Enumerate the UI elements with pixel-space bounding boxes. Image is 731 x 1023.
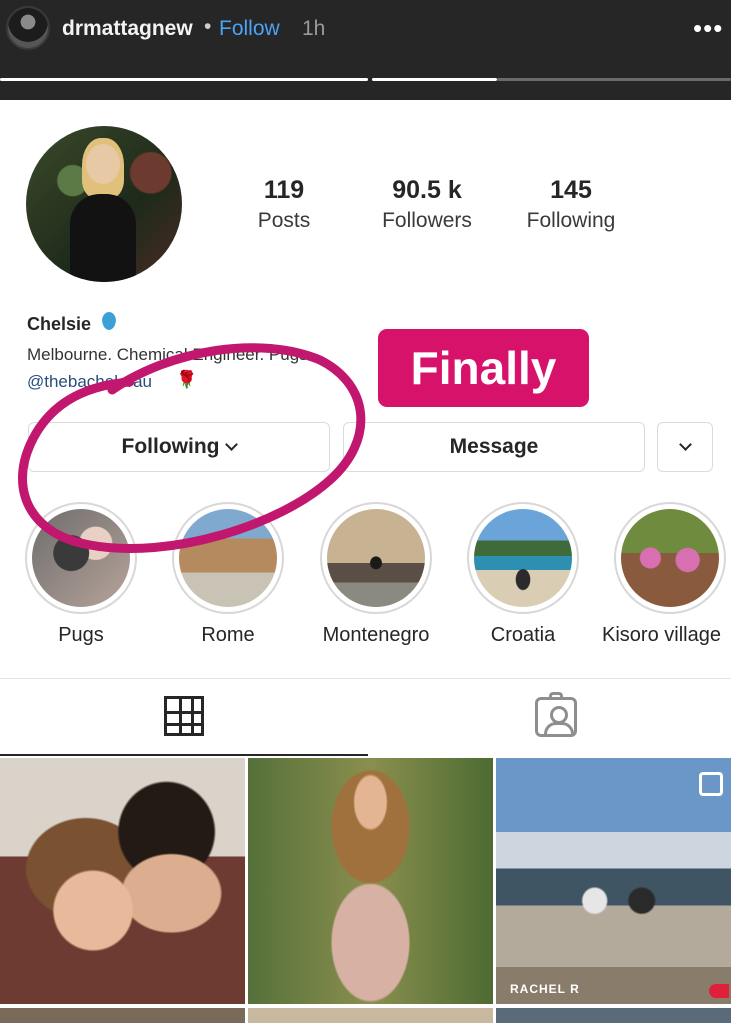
followers-count: 90.5 k <box>392 176 462 204</box>
story-username[interactable]: drmattagnew <box>62 17 193 41</box>
highlight-montenegro-thumbnail <box>327 509 425 607</box>
highlight-pugs-thumbnail <box>32 509 130 607</box>
profile-picture-dress <box>70 194 136 282</box>
story-progress-segment-2-remaining <box>497 78 731 81</box>
highlight-rome-thumbnail <box>179 509 277 607</box>
following-count: 145 <box>550 176 592 204</box>
followers-label: Followers <box>382 209 472 232</box>
tab-divider <box>0 678 731 679</box>
highlight-kisoro-village-thumbnail <box>621 509 719 607</box>
story-progress-segment-2 <box>372 78 497 81</box>
following-button-label: Following <box>121 435 220 458</box>
water-drop-icon <box>102 312 116 330</box>
highlight-label: Pugs <box>58 624 104 646</box>
highlight-montenegro[interactable] <box>320 502 432 614</box>
highlight-label: Kisoro village <box>602 624 721 646</box>
multiple-photos-icon <box>699 772 723 796</box>
photo-watermark: RACHEL R <box>510 982 580 996</box>
active-tab-indicator <box>0 754 368 756</box>
profile-screenshot: 119 Posts 90.5 k Followers 145 Following… <box>0 100 731 1023</box>
story-separator: • <box>204 15 212 38</box>
following-button[interactable]: Following <box>28 422 330 472</box>
post-thumbnail-3[interactable]: RACHEL R <box>496 758 731 1004</box>
highlight-croatia[interactable] <box>467 502 579 614</box>
highlight-pugs[interactable] <box>25 502 137 614</box>
post-thumbnail-5[interactable] <box>248 1008 493 1023</box>
chevron-down-icon <box>225 438 239 451</box>
post-thumbnail-6[interactable] <box>496 1008 731 1023</box>
tagged-photos-icon[interactable] <box>535 697 577 737</box>
grid-icon[interactable] <box>164 696 204 736</box>
following-label: Following <box>526 209 616 232</box>
highlight-rome[interactable] <box>172 502 284 614</box>
highlight-kisoro-village[interactable] <box>614 502 726 614</box>
story-header: drmattagnew • Follow 1h ••• <box>0 0 731 100</box>
post-thumbnail-1[interactable] <box>0 758 245 1004</box>
channel-badge-icon <box>709 984 729 998</box>
profile-name: Chelsie <box>27 314 92 334</box>
more-options-icon[interactable]: ••• <box>693 13 723 44</box>
post-thumbnail-4[interactable] <box>0 1008 245 1023</box>
posts-stat[interactable]: 119 Posts <box>219 176 349 233</box>
story-follow-button[interactable]: Follow <box>219 17 280 41</box>
highlight-label: Montenegro <box>322 624 430 646</box>
followers-stat[interactable]: 90.5 k Followers <box>362 176 492 233</box>
highlight-label: Rome <box>201 624 255 646</box>
chevron-down-icon <box>678 438 692 451</box>
story-progress-segment-1 <box>0 78 368 81</box>
story-timestamp: 1h <box>302 17 326 40</box>
profile-bio: Melbourne. Chemical Engineer. Pugs. <box>27 345 313 364</box>
message-button[interactable]: Message <box>343 422 645 472</box>
profile-picture[interactable] <box>26 126 182 282</box>
post-thumbnail-2[interactable] <box>248 758 493 1004</box>
following-stat[interactable]: 145 Following <box>506 176 636 233</box>
message-button-label: Message <box>449 435 539 458</box>
profile-picture-face <box>86 144 120 184</box>
rose-emoji: 🌹 <box>176 370 198 389</box>
highlight-croatia-thumbnail <box>474 509 572 607</box>
posts-label: Posts <box>257 209 311 232</box>
finally-sticker: Finally <box>378 329 589 407</box>
story-avatar[interactable] <box>6 6 50 50</box>
posts-count: 119 <box>263 176 305 204</box>
profile-bio-link[interactable]: @thebachelorau <box>27 372 152 392</box>
suggested-accounts-button[interactable] <box>657 422 713 472</box>
highlight-label: Croatia <box>490 624 556 646</box>
